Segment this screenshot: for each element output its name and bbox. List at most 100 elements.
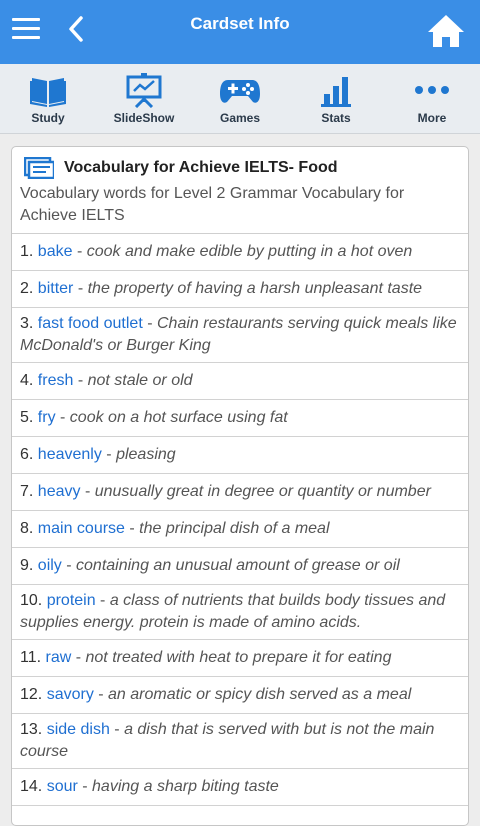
vocabulary-item-text: 1. bake - cook and make edible by puttin…	[20, 241, 460, 263]
vocabulary-item[interactable]: 12. savory - an aromatic or spicy dish s…	[12, 677, 468, 714]
vocabulary-item-text: 2. bitter - the property of having a har…	[20, 278, 460, 300]
item-definition: the principal dish of a meal	[139, 520, 330, 537]
item-definition: not stale or old	[87, 372, 193, 389]
more-dots-icon	[412, 72, 452, 108]
item-separator: -	[109, 721, 125, 738]
vocabulary-item[interactable]: 3. fast food outlet - Chain restaurants …	[12, 308, 468, 363]
vocabulary-item[interactable]: 8. main course - the principal dish of a…	[12, 511, 468, 548]
item-separator: -	[61, 557, 77, 574]
toolbar-games-label: Games	[219, 111, 261, 125]
item-term-link[interactable]: sour	[47, 778, 78, 795]
item-term-link[interactable]: bake	[38, 243, 73, 260]
item-number: 2.	[20, 280, 38, 297]
vocabulary-item[interactable]: 13. side dish - a dish that is served wi…	[12, 714, 468, 769]
item-number: 8.	[20, 520, 38, 537]
vocabulary-item[interactable]: 7. heavy - unusually great in degree or …	[12, 474, 468, 511]
vocabulary-item-text: 13. side dish - a dish that is served wi…	[20, 719, 460, 763]
item-separator: -	[77, 778, 93, 795]
vocabulary-item-text: 3. fast food outlet - Chain restaurants …	[20, 313, 460, 357]
vocabulary-item[interactable]: 5. fry - cook on a hot surface using fat	[12, 400, 468, 437]
item-number: 3.	[20, 315, 38, 332]
toolbar-games-button[interactable]: Games	[192, 64, 288, 133]
book-icon	[28, 72, 68, 108]
cardset-description: Vocabulary words for Level 2 Grammar Voc…	[20, 185, 405, 224]
item-definition: an aromatic or spicy dish served as a me…	[108, 686, 412, 703]
cardset-card: Vocabulary for Achieve IELTS- Food Vocab…	[11, 146, 469, 826]
item-term-link[interactable]: main course	[38, 520, 125, 537]
toolbar-slideshow-button[interactable]: SlideShow	[96, 64, 192, 133]
item-term-link[interactable]: oily	[38, 557, 62, 574]
toolbar-study-button[interactable]: Study	[0, 64, 96, 133]
item-number: 11.	[20, 649, 46, 666]
gamepad-icon	[220, 72, 260, 108]
cardset-icon	[23, 156, 56, 180]
item-number: 10.	[20, 592, 47, 609]
item-definition: unusually great in degree or quantity or…	[94, 483, 431, 500]
item-term-link[interactable]: fast food outlet	[38, 315, 143, 332]
item-definition: containing an unusual amount of grease o…	[76, 557, 400, 574]
home-icon[interactable]	[426, 12, 466, 50]
vocabulary-item-text: 6. heavenly - pleasing	[20, 444, 460, 466]
item-term-link[interactable]: bitter	[38, 280, 74, 297]
vocabulary-item-text: 11. raw - not treated with heat to prepa…	[20, 647, 460, 669]
item-term-link[interactable]: raw	[46, 649, 72, 666]
toolbar-stats-label: Stats	[321, 111, 351, 125]
item-separator: -	[55, 409, 70, 426]
vocabulary-item[interactable]: 10. protein - a class of nutrients that …	[12, 585, 468, 640]
item-separator: -	[80, 483, 95, 500]
action-toolbar: Study SlideShow Games Stats More	[0, 64, 480, 134]
vocabulary-item-text: 14. sour - having a sharp biting taste	[20, 776, 460, 798]
item-term-link[interactable]: fry	[38, 409, 56, 426]
bar-chart-icon	[316, 72, 356, 108]
item-definition: cook on a hot surface using fat	[69, 409, 288, 426]
vocabulary-item[interactable]: 6. heavenly - pleasing	[12, 437, 468, 474]
vocabulary-item-text: 7. heavy - unusually great in degree or …	[20, 481, 460, 503]
top-app-bar: Cardset Info	[0, 0, 480, 64]
toolbar-more-label: More	[417, 111, 447, 125]
vocabulary-item-text: 5. fry - cook on a hot surface using fat	[20, 407, 460, 429]
item-number: 12.	[20, 686, 47, 703]
vocabulary-item[interactable]: 11. raw - not treated with heat to prepa…	[12, 640, 468, 677]
item-number: 7.	[20, 483, 38, 500]
item-term-link[interactable]: heavenly	[38, 446, 102, 463]
toolbar-slideshow-label: SlideShow	[113, 111, 175, 125]
item-separator: -	[142, 315, 157, 332]
item-term-link[interactable]: heavy	[38, 483, 81, 500]
presentation-icon	[124, 72, 164, 109]
toolbar-more-button[interactable]: More	[384, 64, 480, 133]
toolbar-study-label: Study	[31, 111, 65, 125]
page-title: Cardset Info	[190, 14, 290, 33]
item-number: 1.	[20, 243, 38, 260]
item-definition: not treated with heat to prepare it for …	[85, 649, 392, 666]
vocabulary-list: 1. bake - cook and make edible by puttin…	[12, 234, 468, 806]
item-separator: -	[71, 649, 86, 666]
item-number: 6.	[20, 446, 38, 463]
cardset-header: Vocabulary for Achieve IELTS- Food Vocab…	[12, 147, 468, 234]
item-separator: -	[72, 243, 87, 260]
vocabulary-item-text: 10. protein - a class of nutrients that …	[20, 590, 460, 634]
item-term-link[interactable]: savory	[47, 686, 94, 703]
cardset-title: Vocabulary for Achieve IELTS- Food	[64, 159, 338, 176]
vocabulary-item[interactable]: 4. fresh - not stale or old	[12, 363, 468, 400]
item-separator: -	[124, 520, 140, 537]
item-separator: -	[101, 446, 117, 463]
item-term-link[interactable]: protein	[47, 592, 96, 609]
item-definition: pleasing	[116, 446, 176, 463]
item-definition: cook and make edible by putting in a hot…	[86, 243, 413, 260]
item-number: 9.	[20, 557, 38, 574]
vocabulary-item[interactable]: 14. sour - having a sharp biting taste	[12, 769, 468, 806]
toolbar-stats-button[interactable]: Stats	[288, 64, 384, 133]
item-separator: -	[73, 372, 88, 389]
item-term-link[interactable]: side dish	[47, 721, 110, 738]
item-number: 4.	[20, 372, 38, 389]
item-term-link[interactable]: fresh	[38, 372, 74, 389]
item-separator: -	[73, 280, 88, 297]
vocabulary-item[interactable]: 1. bake - cook and make edible by puttin…	[12, 234, 468, 271]
item-number: 14.	[20, 778, 47, 795]
vocabulary-item[interactable]: 9. oily - containing an unusual amount o…	[12, 548, 468, 585]
item-definition: the property of having a harsh unpleasan…	[87, 280, 423, 297]
vocabulary-item[interactable]: 2. bitter - the property of having a har…	[12, 271, 468, 308]
vocabulary-item-text: 9. oily - containing an unusual amount o…	[20, 555, 460, 577]
item-number: 5.	[20, 409, 38, 426]
vocabulary-item-text: 4. fresh - not stale or old	[20, 370, 460, 392]
